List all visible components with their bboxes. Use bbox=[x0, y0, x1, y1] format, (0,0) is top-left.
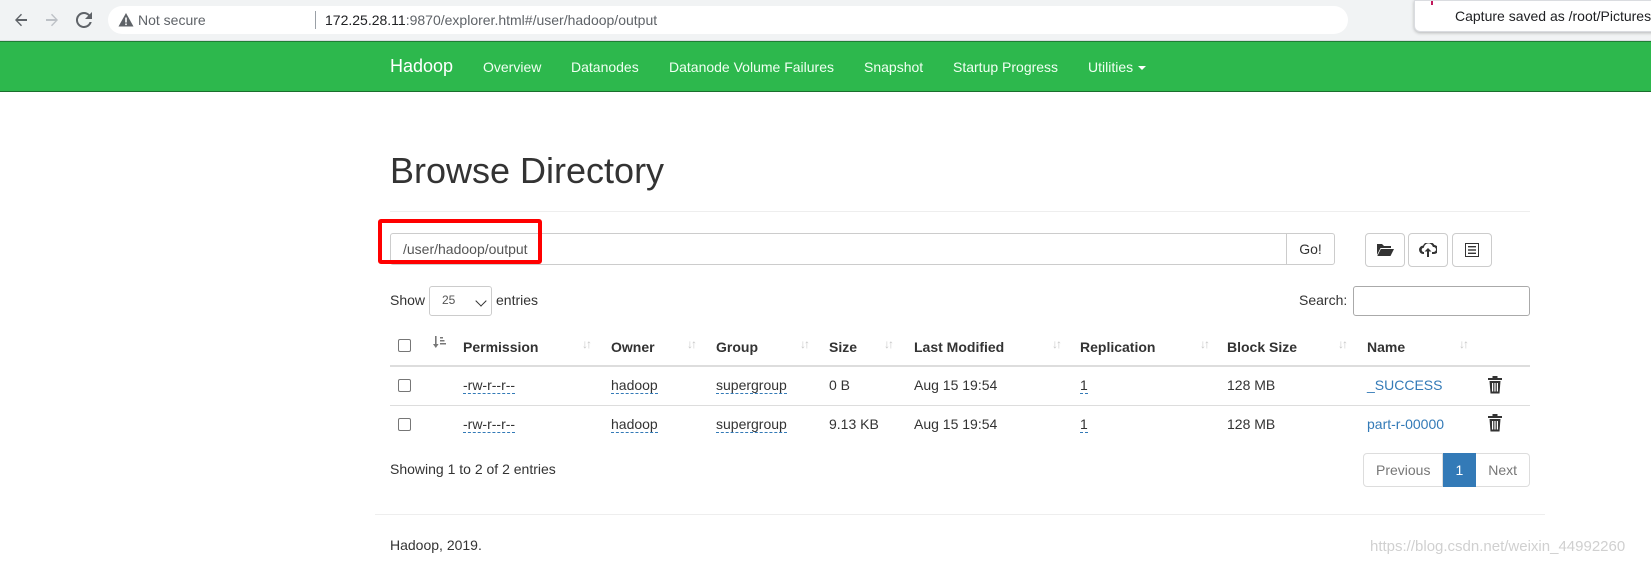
cell-last-modified: Aug 15 19:54 bbox=[914, 416, 998, 432]
cell-group[interactable]: supergroup bbox=[716, 416, 787, 433]
cell-replication[interactable]: 1 bbox=[1080, 416, 1088, 433]
toast-mark bbox=[1431, 1, 1433, 5]
sort-icon[interactable]: ↓↑ bbox=[1338, 337, 1348, 351]
column-owner[interactable]: Owner bbox=[611, 339, 655, 355]
column-group[interactable]: Group bbox=[716, 339, 758, 355]
search-label: Search: bbox=[1299, 292, 1348, 308]
trash-icon[interactable] bbox=[1487, 414, 1503, 432]
folder-open-icon bbox=[1377, 244, 1394, 256]
nav-utilities[interactable]: Utilities bbox=[1088, 59, 1147, 75]
trash-icon[interactable] bbox=[1487, 376, 1503, 394]
entries-label: entries bbox=[496, 292, 539, 308]
navbar: Hadoop Overview Datanodes Datanode Volum… bbox=[0, 41, 1651, 92]
cell-block-size: 128 MB bbox=[1227, 416, 1276, 432]
toast-text: Capture saved as /root/Pictures bbox=[1455, 8, 1651, 24]
column-last-modified[interactable]: Last Modified bbox=[914, 339, 1004, 355]
cloud-upload-icon bbox=[1419, 243, 1437, 257]
list-icon bbox=[1465, 243, 1479, 257]
page-title: Browse Directory bbox=[390, 150, 665, 191]
reload-icon[interactable] bbox=[72, 8, 96, 32]
path-input[interactable]: /user/hadoop/output bbox=[390, 233, 1287, 265]
entries-select-value: 25 bbox=[442, 293, 456, 307]
watermark: https://blog.csdn.net/weixin_44992260 bbox=[1370, 538, 1626, 555]
sort-icon[interactable]: ↓↑ bbox=[687, 337, 697, 351]
row-checkbox[interactable] bbox=[398, 418, 411, 431]
cell-group[interactable]: supergroup bbox=[716, 377, 787, 394]
cell-owner[interactable]: hadoop bbox=[611, 377, 658, 394]
search-input[interactable] bbox=[1353, 286, 1530, 316]
nav-overview[interactable]: Overview bbox=[483, 59, 541, 75]
url-path: :9870/explorer.html#/user/hadoop/output bbox=[405, 12, 658, 28]
browser-toolbar: Not secure 172.25.28.11:9870/explorer.ht… bbox=[0, 0, 1651, 40]
column-name[interactable]: Name bbox=[1367, 339, 1405, 355]
select-all-checkbox[interactable] bbox=[398, 339, 411, 352]
sort-icon[interactable]: ↓↑ bbox=[582, 337, 592, 351]
footer-text: Hadoop, 2019. bbox=[390, 537, 482, 553]
cell-owner[interactable]: hadoop bbox=[611, 416, 658, 433]
row-divider bbox=[390, 405, 1530, 406]
cell-permission[interactable]: -rw-r--r-- bbox=[463, 377, 516, 394]
title-divider bbox=[390, 211, 1530, 212]
address-bar[interactable]: Not secure 172.25.28.11:9870/explorer.ht… bbox=[108, 6, 1348, 34]
nav-snapshot[interactable]: Snapshot bbox=[864, 59, 923, 75]
header-divider bbox=[390, 365, 1530, 367]
cell-permission[interactable]: -rw-r--r-- bbox=[463, 416, 516, 433]
not-secure-label: Not secure bbox=[138, 12, 206, 28]
cell-block-size: 128 MB bbox=[1227, 377, 1276, 393]
cell-size: 9.13 KB bbox=[829, 416, 879, 432]
sort-icon[interactable]: ↓↑ bbox=[800, 337, 810, 351]
warning-icon bbox=[118, 13, 134, 27]
forward-arrow-icon[interactable] bbox=[40, 8, 64, 32]
file-name-link[interactable]: part-r-00000 bbox=[1367, 416, 1444, 432]
column-permission[interactable]: Permission bbox=[463, 339, 538, 355]
sort-icon[interactable]: ↓↑ bbox=[1459, 337, 1469, 351]
sort-icon[interactable] bbox=[433, 335, 447, 352]
nav-startup-progress[interactable]: Startup Progress bbox=[953, 59, 1058, 75]
capture-toast: Capture saved as /root/Pictures bbox=[1414, 0, 1651, 32]
create-directory-button[interactable] bbox=[1365, 233, 1405, 267]
url-host: 172.25.28.11 bbox=[325, 12, 406, 28]
back-arrow-icon[interactable] bbox=[9, 8, 33, 32]
column-replication[interactable]: Replication bbox=[1080, 339, 1155, 355]
nav-utilities-label: Utilities bbox=[1088, 59, 1134, 75]
cut-paste-button[interactable] bbox=[1452, 233, 1492, 267]
url-text[interactable]: 172.25.28.11:9870/explorer.html#/user/ha… bbox=[325, 12, 657, 28]
cell-size: 0 B bbox=[829, 377, 851, 393]
sort-icon[interactable]: ↓↑ bbox=[1200, 337, 1210, 351]
sort-icon[interactable]: ↓↑ bbox=[1052, 337, 1062, 351]
pagination-next[interactable]: Next bbox=[1476, 453, 1531, 487]
footer-divider bbox=[375, 514, 1545, 515]
upload-button[interactable] bbox=[1408, 233, 1448, 267]
cell-last-modified: Aug 15 19:54 bbox=[914, 377, 998, 393]
nav-datanode-volume-failures[interactable]: Datanode Volume Failures bbox=[669, 59, 834, 75]
showing-entries-text: Showing 1 to 2 of 2 entries bbox=[390, 461, 556, 477]
pagination-previous[interactable]: Previous bbox=[1363, 453, 1444, 487]
caret-down-icon bbox=[1138, 66, 1147, 71]
chevron-down-icon bbox=[475, 295, 487, 307]
omnibox-divider bbox=[315, 11, 316, 29]
go-button[interactable]: Go! bbox=[1286, 233, 1335, 265]
file-name-link[interactable]: _SUCCESS bbox=[1367, 377, 1442, 393]
column-block-size[interactable]: Block Size bbox=[1227, 339, 1297, 355]
sort-icon[interactable]: ↓↑ bbox=[884, 337, 894, 351]
navbar-brand[interactable]: Hadoop bbox=[390, 56, 453, 77]
cell-replication[interactable]: 1 bbox=[1080, 377, 1088, 394]
show-label: Show bbox=[390, 292, 426, 308]
row-checkbox[interactable] bbox=[398, 379, 411, 392]
pagination-page-1[interactable]: 1 bbox=[1443, 453, 1477, 487]
pagination: Previous 1 Next bbox=[1363, 453, 1531, 487]
column-size[interactable]: Size bbox=[829, 339, 857, 355]
entries-select[interactable]: 25 bbox=[429, 286, 492, 316]
nav-datanodes[interactable]: Datanodes bbox=[571, 59, 639, 75]
